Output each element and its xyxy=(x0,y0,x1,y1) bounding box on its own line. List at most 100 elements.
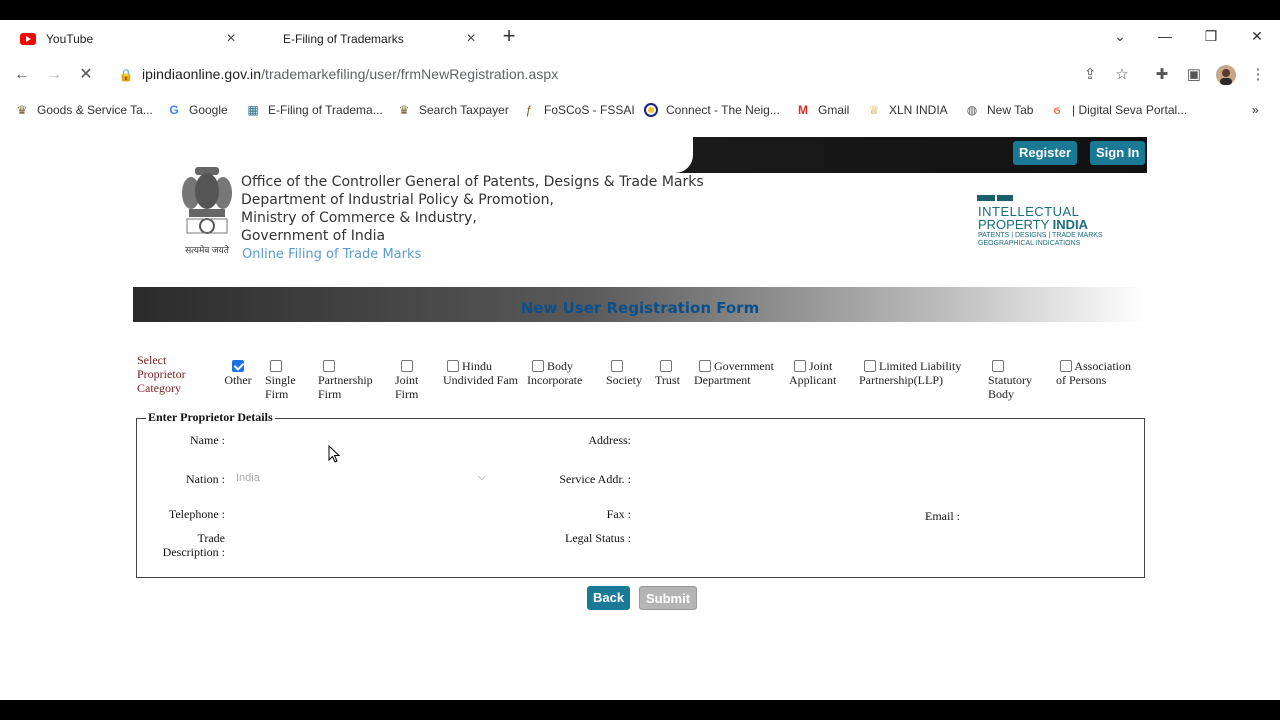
category-single-firm[interactable]: Single Firm xyxy=(265,359,305,401)
service-address-label: Service Addr. : xyxy=(559,472,631,486)
office-line-2: Department of Industrial Policy & Promot… xyxy=(241,192,554,208)
fax-label: Fax : xyxy=(606,507,631,521)
google-icon: G xyxy=(169,103,179,117)
tab-title: E-Filing of Trademarks xyxy=(283,32,404,46)
youtube-icon xyxy=(20,31,36,47)
category-llp[interactable]: Limited Liability Partnership(LLP) xyxy=(859,359,971,387)
bookmark-foscos[interactable]: ƒ FoSCoS - FSSAI xyxy=(521,100,635,120)
service-address-input[interactable] xyxy=(636,468,896,488)
category-association-of-persons[interactable]: Association of Persons xyxy=(1056,359,1140,387)
category-society[interactable]: Society xyxy=(606,359,646,387)
extensions-icon[interactable]: ✚ xyxy=(1152,65,1172,85)
bookmark-xln[interactable]: ♕ XLN INDIA xyxy=(866,100,948,120)
gst-icon: ♛ xyxy=(16,103,28,117)
name-input[interactable] xyxy=(232,429,492,449)
side-panel-icon[interactable]: ▣ xyxy=(1184,65,1204,85)
telephone-input[interactable] xyxy=(232,503,492,523)
checkbox-other[interactable] xyxy=(232,360,244,372)
globe-icon: ◍ xyxy=(966,103,978,117)
connect-icon xyxy=(643,102,659,118)
back-button[interactable]: Back xyxy=(587,586,631,610)
checkbox-llp[interactable] xyxy=(864,360,876,372)
category-joint-applicant[interactable]: Joint Applicant xyxy=(789,359,843,387)
category-hindu-undivided[interactable]: Hindu Undivided Fam xyxy=(443,359,523,387)
tab-title: YouTube xyxy=(46,32,94,46)
checkbox-single-firm[interactable] xyxy=(270,360,282,372)
close-tab-icon[interactable]: × xyxy=(222,30,240,48)
checkbox-joint-applicant[interactable] xyxy=(794,360,806,372)
trade-description-input[interactable] xyxy=(232,529,492,559)
email-label: Email : xyxy=(925,509,960,523)
tab-search-icon[interactable]: ⌄ xyxy=(1108,25,1132,47)
url-domain: ipindiaonline.gov.in xyxy=(142,66,262,82)
stop-loading-icon[interactable]: ✕ xyxy=(74,63,98,87)
signin-button[interactable]: Sign In xyxy=(1090,141,1146,165)
restore-icon[interactable]: ❐ xyxy=(1199,25,1223,47)
legal-status-label: Legal Status : xyxy=(565,531,631,545)
register-button[interactable]: Register xyxy=(1013,141,1078,165)
name-label: Name : xyxy=(190,433,225,447)
more-bookmarks-icon[interactable]: » xyxy=(1252,100,1259,120)
close-tab-icon[interactable]: × xyxy=(462,30,480,48)
bookmark-gmail[interactable]: M Gmail xyxy=(795,100,849,120)
bookmarks-bar: ♛ Goods & Service Ta... G Google ▦ E-Filing… xyxy=(0,98,1280,122)
bookmark-star-icon[interactable]: ☆ xyxy=(1112,65,1132,85)
close-window-icon[interactable]: ✕ xyxy=(1245,25,1269,47)
checkbox-joint-firm[interactable] xyxy=(401,360,413,372)
bookmark-digital-seva[interactable]: ϭ | Digital Seva Portal... xyxy=(1049,100,1188,120)
checkbox-body-incorporate[interactable] xyxy=(532,360,544,372)
bookmark-google[interactable]: G Google xyxy=(166,100,227,120)
bookmark-efiling[interactable]: ▦ E-Filing of Tradema... xyxy=(245,100,382,120)
checkbox-government-department[interactable] xyxy=(699,360,711,372)
menu-icon[interactable]: ⋮ xyxy=(1248,65,1268,85)
form-title: New User Registration Form xyxy=(520,299,760,317)
address-bar[interactable]: ipindiaonline.gov.in/trademarkefiling/us… xyxy=(142,66,558,82)
forward-arrow-icon[interactable]: → xyxy=(42,63,66,87)
url-path: /trademarkefiling/user/frmNewRegistratio… xyxy=(261,66,559,82)
checkbox-society[interactable] xyxy=(611,360,623,372)
submit-button[interactable]: Submit xyxy=(639,586,698,610)
bookmark-new-tab[interactable]: ◍ New Tab xyxy=(964,100,1034,120)
address-input[interactable] xyxy=(636,429,896,449)
category-government-department[interactable]: Government Department xyxy=(694,359,780,387)
category-joint-firm[interactable]: Joint Firm xyxy=(395,359,427,401)
gst-icon: ♛ xyxy=(398,103,410,117)
page-content: Register Sign In सत्यमेव जयते Office of … xyxy=(0,125,1280,700)
back-arrow-icon[interactable]: ← xyxy=(10,63,34,87)
checkbox-trust[interactable] xyxy=(660,360,672,372)
category-other[interactable]: Other xyxy=(224,359,252,387)
category-trust[interactable]: Trust xyxy=(655,359,685,387)
bookmark-gst[interactable]: ♛ Goods & Service Ta... xyxy=(14,100,153,120)
office-line-1: Office of the Controller General of Pate… xyxy=(241,174,704,190)
lock-icon[interactable]: 🔒 xyxy=(114,63,138,87)
mouse-cursor-icon xyxy=(328,444,342,465)
nation-select[interactable]: India ⌵ xyxy=(232,470,492,488)
tab-youtube[interactable]: YouTube × xyxy=(12,24,246,54)
avatar[interactable] xyxy=(1216,65,1236,85)
chevron-down-icon: ⌵ xyxy=(477,471,486,483)
ip-india-logo: INTELLECTUAL PROPERTY INDIA PATENTS | DE… xyxy=(977,195,1107,251)
legal-status-input[interactable] xyxy=(636,527,896,547)
email-input[interactable] xyxy=(965,505,1135,525)
minimize-icon[interactable]: — xyxy=(1153,25,1177,47)
checkbox-partnership-firm[interactable] xyxy=(323,360,335,372)
checkbox-association-of-persons[interactable] xyxy=(1060,360,1072,372)
browser-toolbar: ← → ✕ 🔒 ipindiaonline.gov.in/trademarkef… xyxy=(0,58,1280,92)
bookmark-connect[interactable]: Connect - The Neig... xyxy=(643,100,780,120)
checkbox-hindu-undivided[interactable] xyxy=(447,360,459,372)
category-body-incorporate[interactable]: Body Incorporate xyxy=(527,359,589,387)
category-partnership-firm[interactable]: Partnership Firm xyxy=(318,359,380,401)
fssai-icon: ƒ xyxy=(525,103,533,117)
nation-label: Nation : xyxy=(186,472,225,486)
trade-description-label: Trade Description : xyxy=(162,531,225,559)
checkbox-statutory-body[interactable] xyxy=(992,360,1004,372)
tab-e-filing[interactable]: E-Filing of Trademarks × xyxy=(252,24,486,54)
fax-input[interactable] xyxy=(636,503,896,523)
category-statutory-body[interactable]: Statutory Body xyxy=(988,359,1038,401)
online-filing-subtitle: Online Filing of Trade Marks xyxy=(242,247,422,262)
national-emblem: सत्यमेव जयते xyxy=(181,163,233,257)
bookmark-search-taxpayer[interactable]: ♛ Search Taxpayer xyxy=(396,100,509,120)
share-icon[interactable]: ⇪ xyxy=(1080,65,1100,85)
form-title-band: New User Registration Form xyxy=(133,287,1147,322)
new-tab-button[interactable]: + xyxy=(498,25,520,48)
